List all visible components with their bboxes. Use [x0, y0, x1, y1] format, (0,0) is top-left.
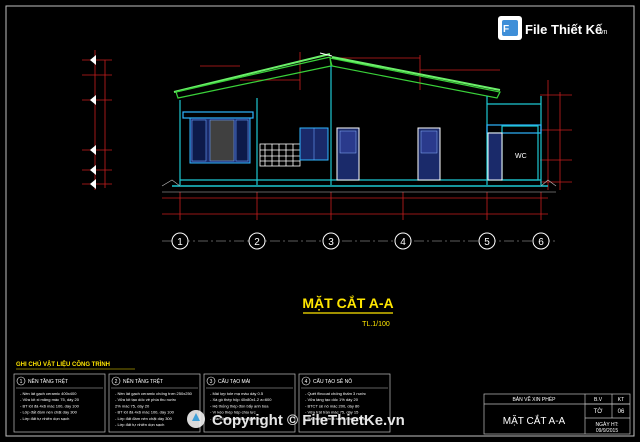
legend-line: - Vữa láng tạo dốc 1% dày 20: [305, 397, 359, 402]
cad-drawing-canvas: WC 1 2 3 4 5 6 MẶT CẮT A-A TL.1/100 GHI CHÚ V…: [5, 5, 635, 437]
door-2: [417, 127, 441, 181]
legend-number: 1: [20, 379, 23, 385]
door-3: [487, 132, 503, 181]
sheet-type: BẢN VẼ XIN PHÉP: [512, 396, 556, 403]
stair: [259, 143, 301, 167]
legend-line: - Lớp đất tự nhiên dọn sạch: [20, 416, 69, 421]
grid-axis-label: 6: [538, 237, 544, 248]
grid-axis-4: 4: [394, 232, 412, 250]
date-label: NGÀY HT:: [596, 421, 619, 428]
code-label: B.V: [594, 397, 603, 403]
watermark-copyright: Copyright © FileThietKe.vn: [187, 410, 405, 429]
legend-title: NỀN TẦNG TRỆT: [123, 377, 163, 385]
svg-text:File Thiết Kế: File Thiết Kế: [525, 22, 603, 37]
legend-number: 3: [210, 379, 213, 385]
grid-axis-label: 4: [400, 237, 406, 248]
drawing-title: MẶT CẮT A-A: [302, 294, 393, 311]
sheet-no-value: 06: [618, 409, 625, 415]
grid-axis-3: 3: [322, 232, 340, 250]
grid-axis-label: 3: [328, 237, 334, 248]
legend-line: - Quét flincoat chống thấm 3 nước: [305, 391, 366, 396]
room-label-wc: WC: [515, 153, 527, 160]
legend-line: 2% mác 75, dày 20: [115, 403, 150, 408]
legend-item-2: 2 NỀN TẦNG TRỆT - Nền lát gạch ceramic chố…: [108, 373, 201, 433]
legend-line: - BTCT sê nô mác 200, dày 80: [305, 403, 360, 408]
grid-axis-5: 5: [478, 232, 496, 250]
legend-line: - Hệ thống thép đòn bẩy anh bùa: [210, 403, 269, 408]
legend-number: 2: [115, 379, 118, 385]
door-1: [336, 127, 360, 181]
legend-line: - Vữa lót tạo dốc về phía thu nước: [115, 397, 176, 402]
date-value: 09/9/2015: [596, 428, 618, 434]
grid-axis-1: 1: [171, 232, 189, 250]
notes-heading: GHI CHÚ VẬT LIỆU CÔNG TRÌNH: [16, 360, 110, 368]
legend-line: - Lớp đất tự nhiên dọn sạch: [115, 422, 164, 427]
legend-line: - BT lót đá 4x6 mác 100, dày 100: [115, 410, 175, 415]
legend-title: CẤU TẠO MÁI: [218, 378, 250, 385]
grid-axis-2: 2: [248, 232, 266, 250]
drawing-scale: TL.1/100: [362, 321, 390, 328]
grid-axis-6: 6: [532, 232, 550, 250]
legend-title: CẤU TẠO SÊ NÔ: [313, 377, 352, 385]
svg-text:F: F: [503, 24, 509, 35]
legend-title: NỀN TẦNG TRỆT: [28, 377, 68, 385]
grid-axis-label: 1: [177, 237, 183, 248]
legend-line: - Mái lợp tole mạ màu dày 0.5: [210, 391, 264, 396]
grid-axis-label: 5: [484, 237, 490, 248]
window-left-large: [189, 117, 251, 164]
sheet-no-label: TỜ: [594, 408, 603, 415]
grid-axis-label: 2: [254, 237, 260, 248]
legend-line: - Lớp đất đầm nén chặt dày 300: [20, 410, 78, 415]
legend-line: - BT lót đá 4x6 mác 100, dày 100: [20, 403, 80, 408]
legend-line: - Xà gồ thép hộp 40x80x1.2 a=600: [210, 397, 272, 402]
legend-line: - Vữa lót xi măng mác 75, dày 20: [20, 397, 80, 402]
svg-text:.vn: .vn: [598, 29, 607, 36]
legend-line: - Nền lát gạch ceramic 400x400: [20, 391, 77, 396]
sheet-title: MẶT CẮT A-A: [503, 414, 566, 427]
drawing-frame: [5, 5, 635, 437]
code-value: KT: [618, 397, 624, 403]
window-middle: [299, 127, 329, 161]
roof: [173, 52, 501, 99]
legend-line: - Nền lát gạch ceramic chống trơn 250x25…: [115, 391, 193, 396]
watermark-logo: F File Thiết Kế .vn: [498, 12, 614, 44]
legend-item-1: 1 NỀN TẦNG TRỆT - Nền lát gạch ceramic 400…: [13, 373, 106, 433]
legend-line: - Lớp đất đầm nén chặt dày 300: [115, 416, 173, 421]
svg-text:Copyright © FileThietKe.vn: Copyright © FileThietKe.vn: [212, 412, 405, 429]
legend-number: 4: [305, 379, 308, 385]
